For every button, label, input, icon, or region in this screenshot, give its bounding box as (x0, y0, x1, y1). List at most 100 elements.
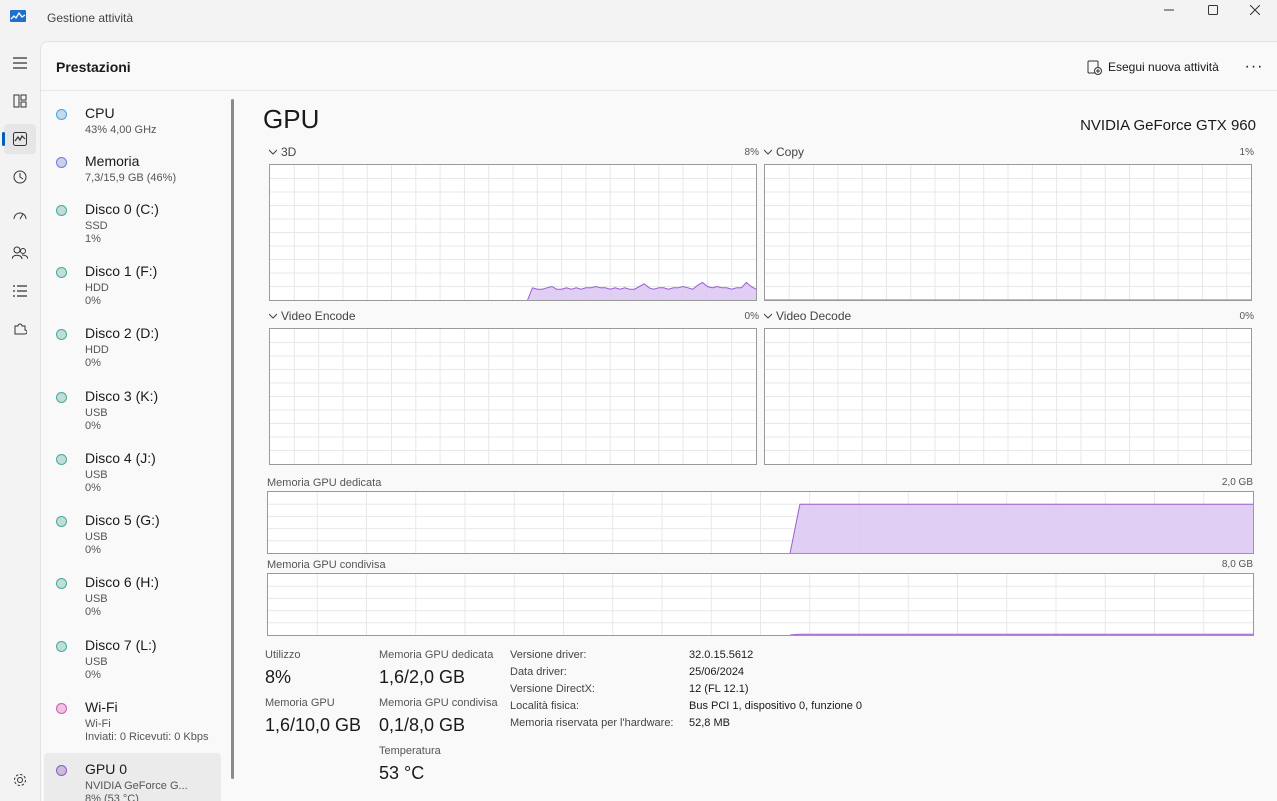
task-manager-app-icon (10, 10, 26, 22)
dedicated-memory-value: 1,6/2,0 GB (379, 667, 466, 687)
device-detail: 7,3/15,9 GB (46%) (85, 172, 177, 184)
info-key: Versione driver: (510, 649, 587, 661)
nav-app-history-button[interactable] (4, 162, 36, 192)
maximize-button[interactable] (1191, 0, 1235, 20)
run-task-icon (1087, 60, 1102, 75)
engine-copy-selector[interactable]: Copy (764, 145, 804, 159)
hamburger-menu-button[interactable] (4, 48, 36, 78)
device-item[interactable]: Disco 6 (H:) USB 0% (44, 566, 221, 626)
settings-button[interactable] (4, 765, 36, 795)
nav-startup-apps-button[interactable] (4, 200, 36, 230)
device-detail: USB (85, 469, 108, 481)
device-item[interactable]: Disco 7 (L:) USB 0% (44, 629, 221, 689)
nav-users-button[interactable] (4, 238, 36, 268)
engine-video-decode-selector[interactable]: Video Decode (764, 309, 851, 323)
hamburger-icon (13, 57, 27, 69)
device-color-dot (56, 578, 67, 589)
device-detail: SSD (85, 220, 108, 232)
device-name: Disco 3 (K:) (85, 388, 159, 404)
engine-video-decode-label: Video Decode (776, 309, 852, 323)
content-panel: Prestazioni Esegui nuova attività ··· CP… (40, 41, 1277, 801)
utilization-value: 8% (265, 667, 292, 687)
device-item[interactable]: Disco 4 (J:) USB 0% (44, 442, 221, 502)
graph-copy (764, 164, 1252, 301)
device-color-dot (56, 205, 67, 216)
device-name: Disco 1 (F:) (85, 263, 158, 279)
shared-memory-value: 0,1/8,0 GB (379, 715, 466, 735)
chevron-down-icon (764, 149, 772, 155)
info-value: 12 (FL 12.1) (689, 683, 749, 695)
maximize-icon (1208, 5, 1218, 15)
minimize-button[interactable] (1147, 0, 1191, 20)
startup-gauge-icon (13, 212, 27, 220)
run-new-task-label: Esegui nuova attività (1108, 60, 1219, 74)
engine-video-encode-selector[interactable]: Video Encode (269, 309, 356, 323)
device-detail: USB (85, 593, 108, 605)
history-icon (13, 170, 27, 184)
processes-icon (13, 94, 27, 108)
device-usage: 0% (85, 357, 101, 369)
more-options-button[interactable]: ··· (1241, 56, 1267, 78)
minimize-icon (1164, 9, 1174, 11)
device-item[interactable]: Disco 5 (G:) USB 0% (44, 504, 221, 564)
performance-icon (13, 132, 27, 146)
device-detail: Wi-Fi (85, 718, 111, 730)
nav-services-button[interactable] (4, 314, 36, 344)
services-puzzle-icon (14, 323, 27, 335)
graph-svg (268, 492, 1253, 553)
graph-3d (269, 164, 757, 301)
shared-memory-graph-max: 8,0 GB (1221, 559, 1253, 570)
device-item[interactable]: Disco 0 (C:) SSD 1% (44, 193, 221, 253)
device-usage: 0% (85, 482, 101, 494)
device-name: Wi-Fi (85, 699, 118, 715)
device-item[interactable]: Disco 1 (F:) HDD 0% (44, 255, 221, 315)
utilization-label: Utilizzo (265, 649, 301, 661)
device-color-dot (56, 157, 67, 168)
users-icon (12, 246, 28, 260)
graph-svg (765, 329, 1251, 464)
device-item[interactable]: Disco 2 (D:) HDD 0% (44, 317, 221, 377)
device-detail: HDD (85, 344, 109, 356)
nav-details-button[interactable] (4, 276, 36, 306)
run-new-task-button[interactable]: Esegui nuova attività (1087, 57, 1219, 77)
nav-processes-button[interactable] (4, 86, 36, 116)
close-icon (1250, 5, 1260, 15)
gear-icon (14, 774, 26, 786)
close-button[interactable] (1233, 0, 1277, 20)
graph-svg (765, 165, 1251, 300)
window-title: Gestione attività (47, 11, 134, 25)
temperature-value: 53 °C (379, 763, 425, 783)
info-key: Località fisica: (510, 700, 580, 712)
title-bar: Gestione attività (0, 0, 1277, 40)
device-usage: Inviati: 0 Ricevuti: 0 Kbps (85, 731, 209, 743)
details-list-icon (13, 285, 27, 297)
device-name: Disco 6 (H:) (85, 574, 159, 590)
device-name: Disco 7 (L:) (85, 637, 157, 653)
chevron-down-icon (269, 313, 277, 319)
temperature-label: Temperatura (379, 745, 441, 757)
device-name: GPU 0 (85, 761, 128, 777)
device-name: CPU (85, 105, 115, 121)
device-item[interactable]: Wi-Fi Wi-Fi Inviati: 0 Ricevuti: 0 Kbps (44, 691, 221, 751)
graph-video-encode (269, 328, 757, 465)
device-color-dot (56, 329, 67, 340)
graph-video-decode (764, 328, 1252, 465)
device-usage: 0% (85, 606, 101, 618)
nav-rail (0, 40, 40, 800)
graph-svg (270, 165, 756, 300)
page-title: Prestazioni (56, 59, 131, 75)
info-value: 52,8 MB (689, 717, 730, 729)
nav-performance-button[interactable] (2, 124, 36, 154)
device-name: Disco 0 (C:) (85, 201, 159, 217)
engine-3d-selector[interactable]: 3D (269, 145, 296, 159)
device-item[interactable]: GPU 0 NVIDIA GeForce G... 8% (53 °C) (44, 753, 221, 801)
device-list-scrollbar[interactable] (231, 99, 234, 779)
device-item[interactable]: Disco 3 (K:) USB 0% (44, 380, 221, 440)
device-name: Memoria (85, 153, 140, 169)
chevron-down-icon (764, 313, 772, 319)
shared-memory-graph-label: Memoria GPU condivisa (267, 559, 386, 571)
engine-video-encode-label: Video Encode (281, 309, 356, 323)
gpu-title: GPU (263, 104, 320, 134)
engine-video-decode-percent: 0% (1239, 311, 1254, 322)
usage-area (790, 504, 1253, 553)
